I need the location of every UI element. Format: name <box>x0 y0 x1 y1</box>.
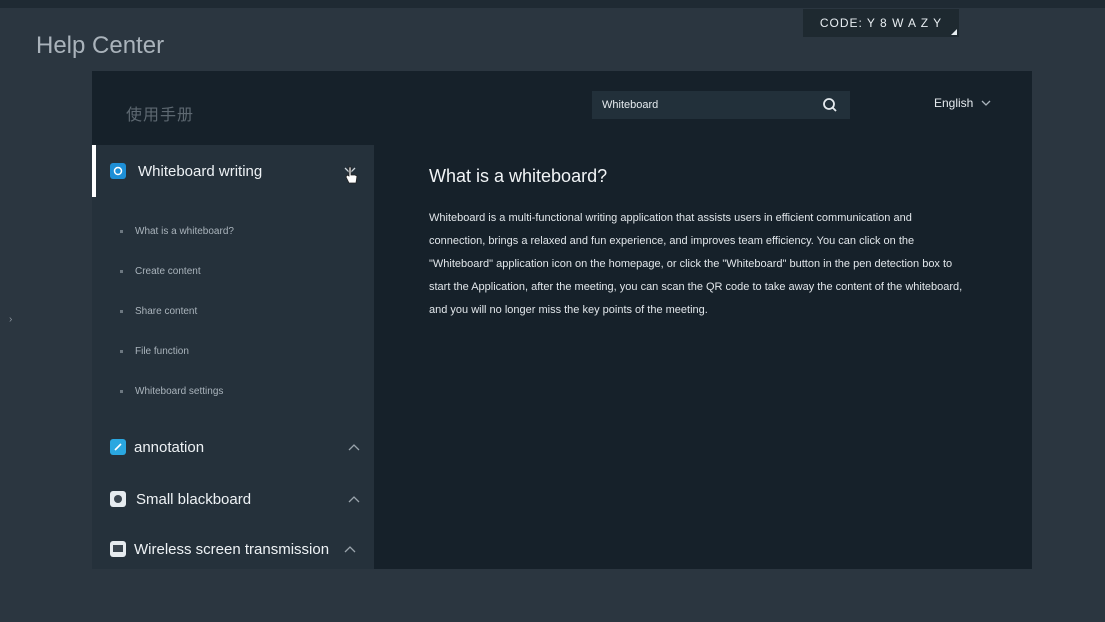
chevron-down-icon <box>981 100 991 106</box>
article-body: Whiteboard is a multi-functional writing… <box>429 212 963 316</box>
help-panel: 使用手册 English Whiteboard writing What is … <box>92 71 1032 569</box>
page-title: Help Center <box>36 32 165 59</box>
search-icon[interactable] <box>822 97 838 113</box>
corner-marker-icon <box>951 29 957 35</box>
chevron-up-icon[interactable] <box>348 441 360 453</box>
sub-item-create-content[interactable]: Create content <box>120 261 201 281</box>
sub-item-label: Create content <box>135 265 201 277</box>
sub-item-share-content[interactable]: Share content <box>120 301 197 321</box>
sub-item-label: Share content <box>135 305 198 317</box>
bullet-icon <box>120 389 123 393</box>
expand-arrow-icon[interactable]: › <box>9 314 12 325</box>
sub-item-what-is-whiteboard[interactable]: What is a whiteboard? <box>120 221 234 241</box>
sidebar-item-annotation[interactable]: annotation <box>92 427 374 467</box>
code-label: CODE: Y 8 W A Z Y <box>819 16 943 30</box>
annotation-app-icon <box>110 439 126 455</box>
code-badge: CODE: Y 8 W A Z Y <box>803 9 959 37</box>
bullet-icon <box>120 269 123 273</box>
bullet-icon <box>120 309 123 313</box>
top-strip <box>0 0 1105 8</box>
blackboard-app-icon <box>110 491 126 507</box>
chevron-up-icon[interactable] <box>344 543 356 555</box>
sidebar-item-label: Small blackboard <box>136 490 252 508</box>
manual-title: 使用手册 <box>126 107 195 124</box>
sub-item-label: File function <box>135 345 189 357</box>
sidebar-item-whiteboard-writing[interactable]: Whiteboard writing <box>92 145 374 197</box>
bullet-icon <box>120 229 123 233</box>
whiteboard-app-icon <box>110 163 126 179</box>
sub-item-file-function[interactable]: File function <box>120 341 189 361</box>
language-select[interactable]: English <box>934 96 991 110</box>
sidebar: Whiteboard writing What is a whiteboard?… <box>92 145 374 569</box>
language-label: English <box>934 96 974 110</box>
search-box[interactable] <box>592 91 850 119</box>
article: What is a whiteboard? Whiteboard is a mu… <box>429 166 969 322</box>
sidebar-item-label: annotation <box>134 438 205 456</box>
sub-item-label: Whiteboard settings <box>135 385 224 397</box>
chevron-up-icon[interactable] <box>348 493 360 505</box>
article-title: What is a whiteboard? <box>429 166 608 186</box>
sidebar-item-wireless-screen-transmission[interactable]: Wireless screen transmission <box>92 529 374 569</box>
bullet-icon <box>120 349 123 353</box>
sidebar-item-label: Whiteboard writing <box>138 162 263 180</box>
hand-cursor-icon <box>345 166 358 184</box>
sub-item-label: What is a whiteboard? <box>135 225 234 237</box>
search-input[interactable] <box>592 99 812 111</box>
sidebar-item-small-blackboard[interactable]: Small blackboard <box>92 479 374 519</box>
sidebar-item-label: Wireless screen transmission <box>134 540 330 558</box>
sub-item-whiteboard-settings[interactable]: Whiteboard settings <box>120 381 223 401</box>
active-indicator <box>92 145 96 197</box>
screen-transmission-app-icon <box>110 541 126 557</box>
